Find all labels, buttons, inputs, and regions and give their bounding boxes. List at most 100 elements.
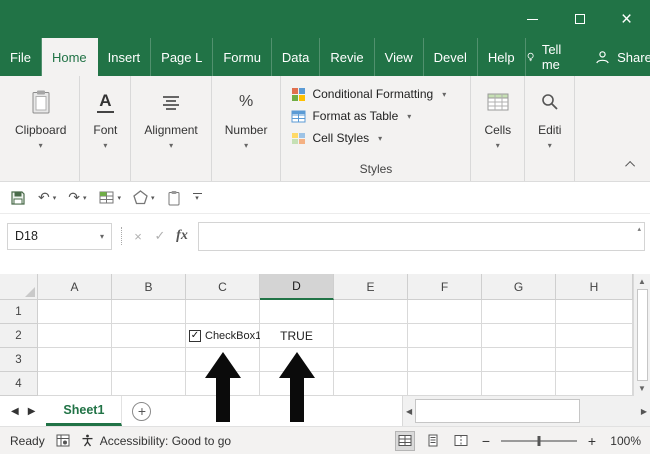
tab-review[interactable]: Revie — [320, 38, 374, 76]
tab-data[interactable]: Data — [272, 38, 320, 76]
page-layout-view-button[interactable] — [423, 431, 443, 451]
tab-developer[interactable]: Devel — [424, 38, 478, 76]
select-all-button[interactable] — [0, 274, 38, 300]
shape-tool-button[interactable]: ▾ — [133, 190, 155, 205]
conditional-formatting-button[interactable]: Conditional Formatting ▾ — [291, 83, 460, 105]
column-header-b[interactable]: B — [112, 274, 186, 300]
tab-page-layout[interactable]: Page L — [151, 38, 213, 76]
clipboard-group-button[interactable]: Clipboard ▾ — [2, 76, 80, 181]
grid-cell[interactable] — [334, 324, 408, 348]
page-break-preview-button[interactable] — [451, 431, 471, 451]
grid-cell[interactable] — [112, 348, 186, 372]
macro-record-button[interactable] — [56, 434, 70, 447]
zoom-slider-thumb[interactable] — [538, 436, 541, 446]
column-header-f[interactable]: F — [408, 274, 482, 300]
collapse-ribbon-button[interactable] — [624, 157, 638, 171]
enter-button[interactable]: ✓ — [149, 228, 171, 244]
format-as-table-button[interactable]: Format as Table ▾ — [291, 105, 460, 127]
insert-function-button[interactable]: fx — [171, 228, 193, 244]
grid-cell[interactable] — [556, 372, 633, 396]
vertical-scrollbar-thumb[interactable] — [637, 289, 648, 381]
accessibility-checker-button[interactable]: Accessibility: Good to go — [81, 434, 231, 448]
sheet-tab-sheet1[interactable]: Sheet1 — [46, 396, 122, 426]
save-button[interactable] — [10, 190, 26, 206]
grid-cell[interactable] — [482, 348, 556, 372]
grid-cell[interactable] — [112, 300, 186, 324]
grid-cell[interactable] — [186, 300, 260, 324]
next-sheet-button[interactable]: ▶ — [28, 406, 36, 417]
undo-button[interactable]: ↶ ▾ — [38, 189, 56, 206]
grid-cell[interactable] — [38, 348, 112, 372]
grid-cell[interactable] — [112, 372, 186, 396]
share-button[interactable]: Share — [595, 50, 650, 65]
previous-sheet-button[interactable]: ◀ — [11, 406, 19, 417]
name-box[interactable]: D18 ▾ — [7, 223, 112, 250]
scroll-up-icon[interactable]: ▲ — [638, 277, 646, 286]
column-header-c[interactable]: C — [186, 274, 260, 300]
grid-cell[interactable] — [408, 300, 482, 324]
grid-cell[interactable] — [482, 372, 556, 396]
column-header-d[interactable]: D — [260, 274, 334, 300]
scroll-left-icon[interactable]: ◀ — [406, 407, 412, 416]
grid-cell[interactable] — [38, 324, 112, 348]
tab-help[interactable]: Help — [478, 38, 526, 76]
horizontal-scrollbar[interactable]: ◀ ▶ — [402, 396, 650, 426]
grid-cell[interactable] — [556, 348, 633, 372]
scroll-down-icon[interactable]: ▼ — [638, 384, 646, 393]
row-header-1[interactable]: 1 — [0, 300, 38, 324]
grid-cell[interactable] — [112, 324, 186, 348]
cell-d2[interactable]: TRUE — [260, 324, 334, 348]
column-header-a[interactable]: A — [38, 274, 112, 300]
minimize-button[interactable] — [509, 0, 556, 38]
zoom-out-button[interactable]: − — [479, 433, 493, 449]
new-sheet-button[interactable]: + — [132, 402, 151, 421]
tab-insert[interactable]: Insert — [98, 38, 152, 76]
tab-home[interactable]: Home — [42, 38, 98, 76]
maximize-button[interactable] — [556, 0, 603, 38]
horizontal-scrollbar-thumb[interactable] — [415, 399, 580, 423]
zoom-slider[interactable] — [501, 440, 577, 442]
column-header-g[interactable]: G — [482, 274, 556, 300]
row-header-2[interactable]: 2 — [0, 324, 38, 348]
grid-cell[interactable] — [556, 300, 633, 324]
cell-styles-button[interactable]: Cell Styles ▾ — [291, 127, 460, 149]
tab-formulas[interactable]: Formu — [213, 38, 272, 76]
grid-cell[interactable] — [482, 300, 556, 324]
clipboard-tool-button[interactable] — [167, 190, 181, 206]
grid-cell[interactable] — [334, 348, 408, 372]
table-tool-button[interactable]: ▾ — [99, 190, 122, 206]
grid-cell[interactable] — [38, 300, 112, 324]
grid-cell[interactable] — [408, 348, 482, 372]
column-header-e[interactable]: E — [334, 274, 408, 300]
grid-cell[interactable] — [556, 324, 633, 348]
alignment-group-button[interactable]: Alignment ▾ — [131, 76, 211, 181]
scroll-right-icon[interactable]: ▶ — [641, 407, 647, 416]
column-header-h[interactable]: H — [556, 274, 633, 300]
grid-cell[interactable] — [408, 372, 482, 396]
row-header-3[interactable]: 3 — [0, 348, 38, 372]
normal-view-button[interactable] — [395, 431, 415, 451]
grid-cell[interactable] — [334, 300, 408, 324]
tab-file[interactable]: File — [0, 38, 42, 76]
close-button[interactable]: × — [603, 0, 650, 38]
cell-c2-checkbox[interactable]: ✓ CheckBox1 — [186, 324, 260, 348]
expand-formula-bar-button[interactable]: ▴ — [637, 225, 641, 233]
number-group-button[interactable]: % Number ▾ — [212, 76, 282, 181]
formula-input[interactable]: ▴ — [198, 222, 645, 251]
grid-cell[interactable] — [482, 324, 556, 348]
tell-me-button[interactable]: Tell me — [526, 42, 568, 72]
font-group-button[interactable]: A Font ▾ — [80, 76, 131, 181]
cancel-button[interactable]: × — [127, 229, 149, 244]
vertical-scrollbar[interactable]: ▲ ▼ — [633, 274, 650, 396]
grid-cell[interactable] — [334, 372, 408, 396]
zoom-in-button[interactable]: + — [585, 433, 599, 449]
grid-cell[interactable] — [260, 300, 334, 324]
row-header-4[interactable]: 4 — [0, 372, 38, 396]
customize-quick-access-button[interactable]: ▾ — [193, 193, 202, 202]
redo-button[interactable]: ↷ ▾ — [68, 189, 86, 206]
editing-group-button[interactable]: Editi ▾ — [525, 76, 575, 181]
checkbox-checked-icon[interactable]: ✓ — [189, 330, 201, 342]
tab-view[interactable]: View — [375, 38, 424, 76]
cells-group-button[interactable]: Cells ▾ — [471, 76, 525, 181]
grid-cell[interactable] — [408, 324, 482, 348]
